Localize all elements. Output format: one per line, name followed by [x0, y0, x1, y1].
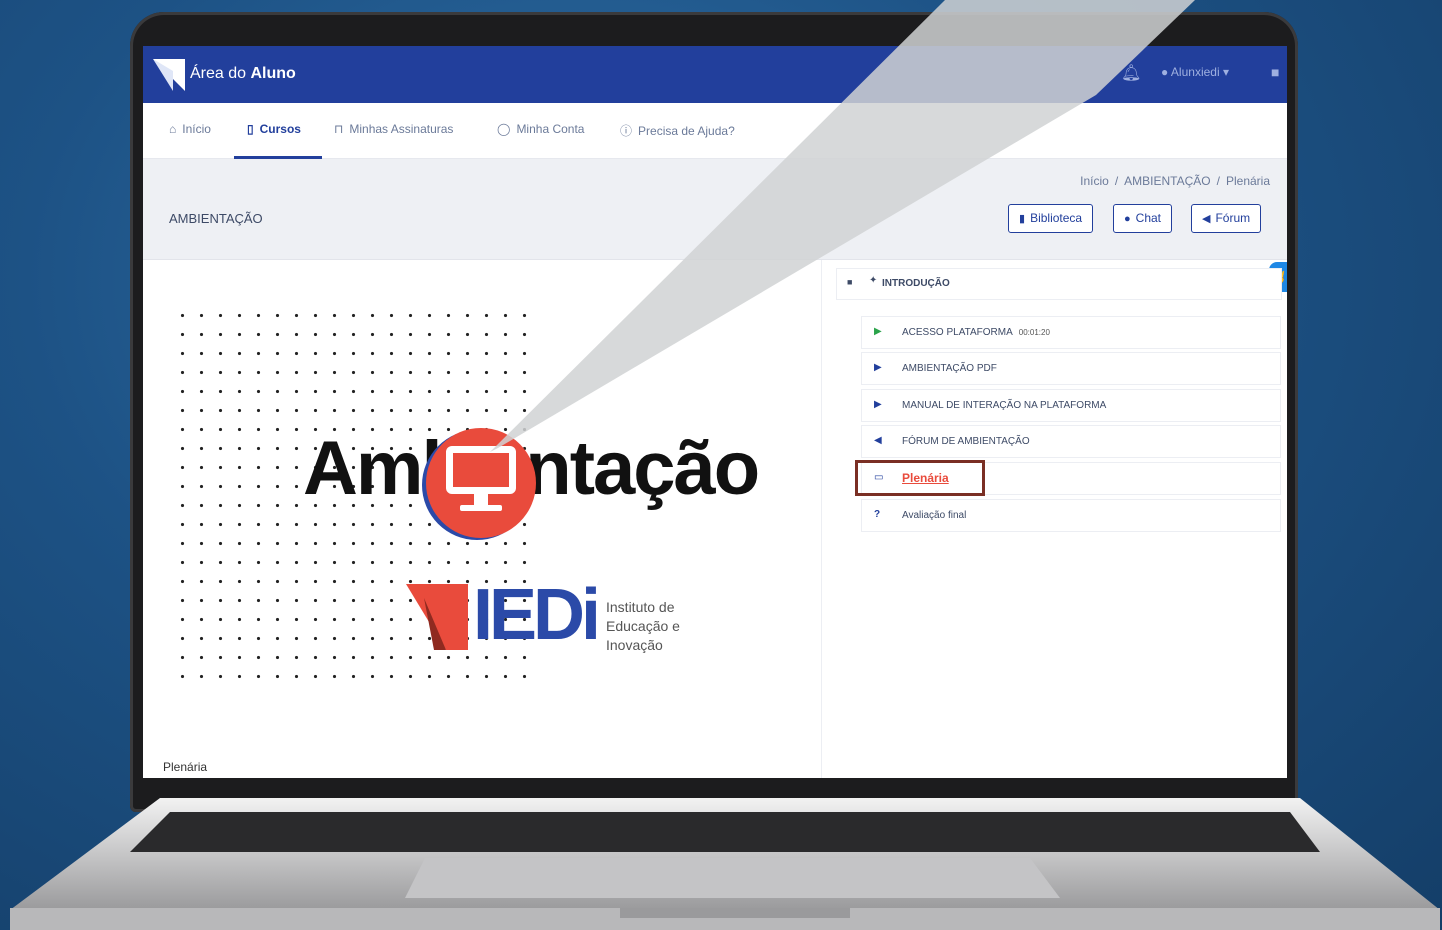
biblioteca-button[interactable]: ▮ Biblioteca [1008, 204, 1094, 233]
button-label: Fórum [1215, 211, 1251, 225]
lesson-item[interactable]: ▶ MANUAL DE INTERAÇÃO NA PLATAFORMA [861, 389, 1281, 422]
logo-icon [153, 59, 185, 91]
nav-item-label: Início [182, 122, 211, 136]
nav-item-conta[interactable]: ◯ Minha Conta [497, 122, 584, 136]
module-header[interactable]: ■ ✦ INTRODUÇÃO [836, 268, 1282, 300]
breadcrumb: Início / AMBIENTAÇÃO / Plenária [1080, 174, 1270, 188]
nav-item-label: Minha Conta [516, 122, 585, 136]
laptop-keyboard [10, 798, 1440, 930]
iedi-logo-text: IEDi [473, 575, 601, 655]
tagline-line: Educação e [606, 618, 680, 634]
nav-item-label: Minhas Assinaturas [349, 122, 454, 136]
tagline-line: Instituto de [606, 599, 675, 615]
monitor-icon [446, 446, 516, 494]
breadcrumb-current: Plenária [1225, 174, 1270, 188]
bell-icon[interactable]: 🔔︎ [1121, 63, 1141, 83]
chat-button[interactable]: ● Chat [1113, 204, 1173, 233]
lesson-duration: 00:01:20 [1018, 328, 1050, 337]
book-icon: ▯ [247, 122, 254, 136]
lesson-label: Avaliação final [902, 510, 967, 521]
book-icon: ▮ [1019, 213, 1026, 225]
app-title-prefix: Área do [190, 65, 247, 82]
iedi-tagline: Instituto de Educação e Inovação [606, 598, 680, 655]
nav-item-label: Precisa de Ajuda? [638, 124, 735, 138]
lesson-label: ACESSO PLATAFORMA [902, 327, 1013, 338]
forum-button[interactable]: ◀ Fórum [1191, 204, 1262, 233]
lesson-item[interactable]: ? Avaliação final [861, 499, 1281, 532]
breadcrumb-link-course[interactable]: AMBIENTAÇÃO [1124, 174, 1210, 188]
iedi-logo-mark-icon [406, 584, 468, 650]
top-bar: Área do Aluno 🔔︎ ● Alunxiedi ▾ ■ [143, 46, 1287, 103]
tagline-line: Inovação [606, 637, 663, 653]
user-avatar-icon: ● [1161, 65, 1169, 79]
nav-item-label: Cursos [259, 122, 301, 136]
lesson-label: MANUAL DE INTERAÇÃO NA PLATAFORMA [902, 400, 1107, 411]
play-icon: ▶ [874, 326, 882, 337]
lesson-label: AMBIENTAÇÃO PDF [902, 363, 997, 374]
highlight-box [855, 460, 985, 496]
monitor-badge [426, 428, 536, 538]
drag-handle-icon: ✦ [869, 275, 878, 286]
folder-icon: ■ [847, 277, 853, 287]
nav-item-ajuda[interactable]: ⓘ Precisa de Ajuda? [620, 122, 735, 139]
nav-item-cursos[interactable]: ▯ Cursos [247, 122, 301, 136]
question-icon: ? [874, 509, 881, 520]
lesson-label: FÓRUM DE AMBIENTAÇÃO [902, 436, 1030, 447]
nav-item-assinaturas[interactable]: ⊓ Minhas Assinaturas [334, 122, 453, 136]
app-title-bold: Aluno [250, 65, 296, 82]
cart-icon: ⊓ [334, 122, 344, 136]
home-icon: ⌂ [169, 122, 177, 136]
app-window: Área do Aluno 🔔︎ ● Alunxiedi ▾ ■ ⌂ Início… [143, 46, 1287, 778]
user-name: Alunxiedi [1170, 65, 1220, 79]
button-label: Chat [1135, 211, 1162, 225]
play-icon: ▶ [874, 362, 882, 373]
chevron-down-icon: ▾ [1222, 65, 1229, 79]
nav-item-inicio[interactable]: ⌂ Início [169, 122, 211, 136]
megaphone-icon: ◀ [1202, 213, 1211, 225]
button-label: Biblioteca [1030, 211, 1083, 225]
page-header: Início / AMBIENTAÇÃO / Plenária AMBIENTAÇÃO … [143, 159, 1287, 260]
lesson-item[interactable]: ▶ ACESSO PLATAFORMA 00:01:20 [861, 316, 1281, 349]
lesson-item[interactable]: ▶ AMBIENTAÇÃO PDF [861, 352, 1281, 385]
page-title: AMBIENTAÇÃO [169, 211, 263, 226]
app-title: Área do Aluno [190, 65, 296, 83]
breadcrumb-link-inicio[interactable]: Início [1080, 174, 1109, 188]
chat-bubble-icon[interactable]: ■ [1271, 64, 1279, 80]
lesson-item[interactable]: ◀ FÓRUM DE AMBIENTAÇÃO [861, 425, 1281, 458]
megaphone-icon: ◀ [874, 435, 882, 446]
user-menu[interactable]: ● Alunxiedi ▾ [1161, 65, 1229, 79]
main-nav: ⌂ Início ▯ Cursos ⊓ Minhas Assinaturas ◯ Min… [143, 103, 1287, 159]
module-title: INTRODUÇÃO [882, 278, 950, 289]
content-viewer: Ambientação IEDi Instituto de Educação e… [143, 260, 822, 778]
user-icon: ◯ [497, 122, 511, 136]
content-caption: Plenária [163, 760, 208, 774]
help-icon: ⓘ [620, 124, 633, 138]
chat-icon: ● [1124, 213, 1131, 225]
play-icon: ▶ [874, 399, 882, 410]
